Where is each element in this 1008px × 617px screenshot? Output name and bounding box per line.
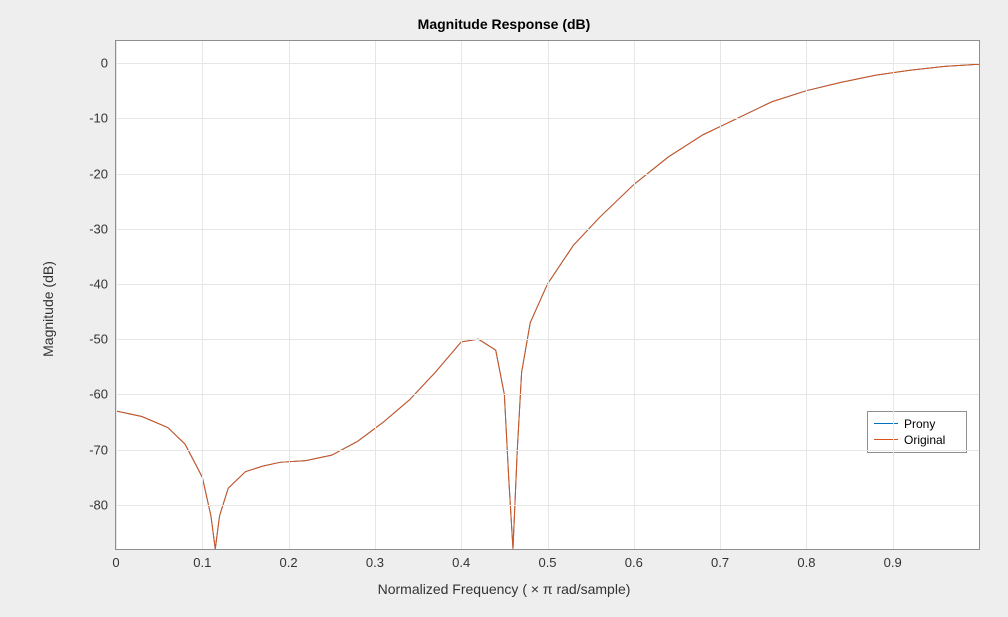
x-tick-label: 0.3 xyxy=(366,555,384,570)
x-tick-label: 0.7 xyxy=(711,555,729,570)
y-tick-label: -10 xyxy=(89,111,108,126)
grid-line-v xyxy=(289,41,290,549)
grid-line-v xyxy=(375,41,376,549)
plot-title: Magnitude Response (dB) xyxy=(0,16,1008,32)
grid-line-v xyxy=(720,41,721,549)
axes: PronyOriginal -80-70-60-50-40-30-20-1000… xyxy=(115,40,980,550)
y-axis-label: Magnitude (dB) xyxy=(40,261,56,357)
legend-swatch xyxy=(874,423,898,424)
legend-item: Original xyxy=(874,432,960,448)
x-axis-label: Normalized Frequency ( × π rad/sample) xyxy=(0,581,1008,597)
y-tick-label: -20 xyxy=(89,166,108,181)
legend-swatch xyxy=(874,439,898,440)
grid-line-v xyxy=(806,41,807,549)
legend-item: Prony xyxy=(874,416,960,432)
grid-line-v xyxy=(634,41,635,549)
y-tick-label: -40 xyxy=(89,276,108,291)
x-tick-label: 0.6 xyxy=(625,555,643,570)
legend-label: Original xyxy=(904,433,945,447)
x-tick-label: 0.2 xyxy=(280,555,298,570)
legend: Prony Original xyxy=(867,411,967,453)
grid-line-v xyxy=(202,41,203,549)
x-tick-label: 0.8 xyxy=(797,555,815,570)
grid-line-v xyxy=(116,41,117,549)
x-tick-label: 0.4 xyxy=(452,555,470,570)
y-tick-label: -30 xyxy=(89,221,108,236)
grid-line-v xyxy=(548,41,549,549)
x-tick-label: 0.5 xyxy=(538,555,556,570)
figure: Magnitude Response (dB) Magnitude (dB) P… xyxy=(0,0,1008,617)
y-tick-label: -80 xyxy=(89,497,108,512)
y-tick-label: -60 xyxy=(89,387,108,402)
x-tick-label: 0.9 xyxy=(884,555,902,570)
grid-line-v xyxy=(461,41,462,549)
x-tick-label: 0.1 xyxy=(193,555,211,570)
x-tick-label: 0 xyxy=(112,555,119,570)
y-tick-label: -70 xyxy=(89,442,108,457)
y-tick-label: -50 xyxy=(89,332,108,347)
grid-line-v xyxy=(893,41,894,549)
legend-label: Prony xyxy=(904,417,935,431)
y-tick-label: 0 xyxy=(101,56,108,71)
